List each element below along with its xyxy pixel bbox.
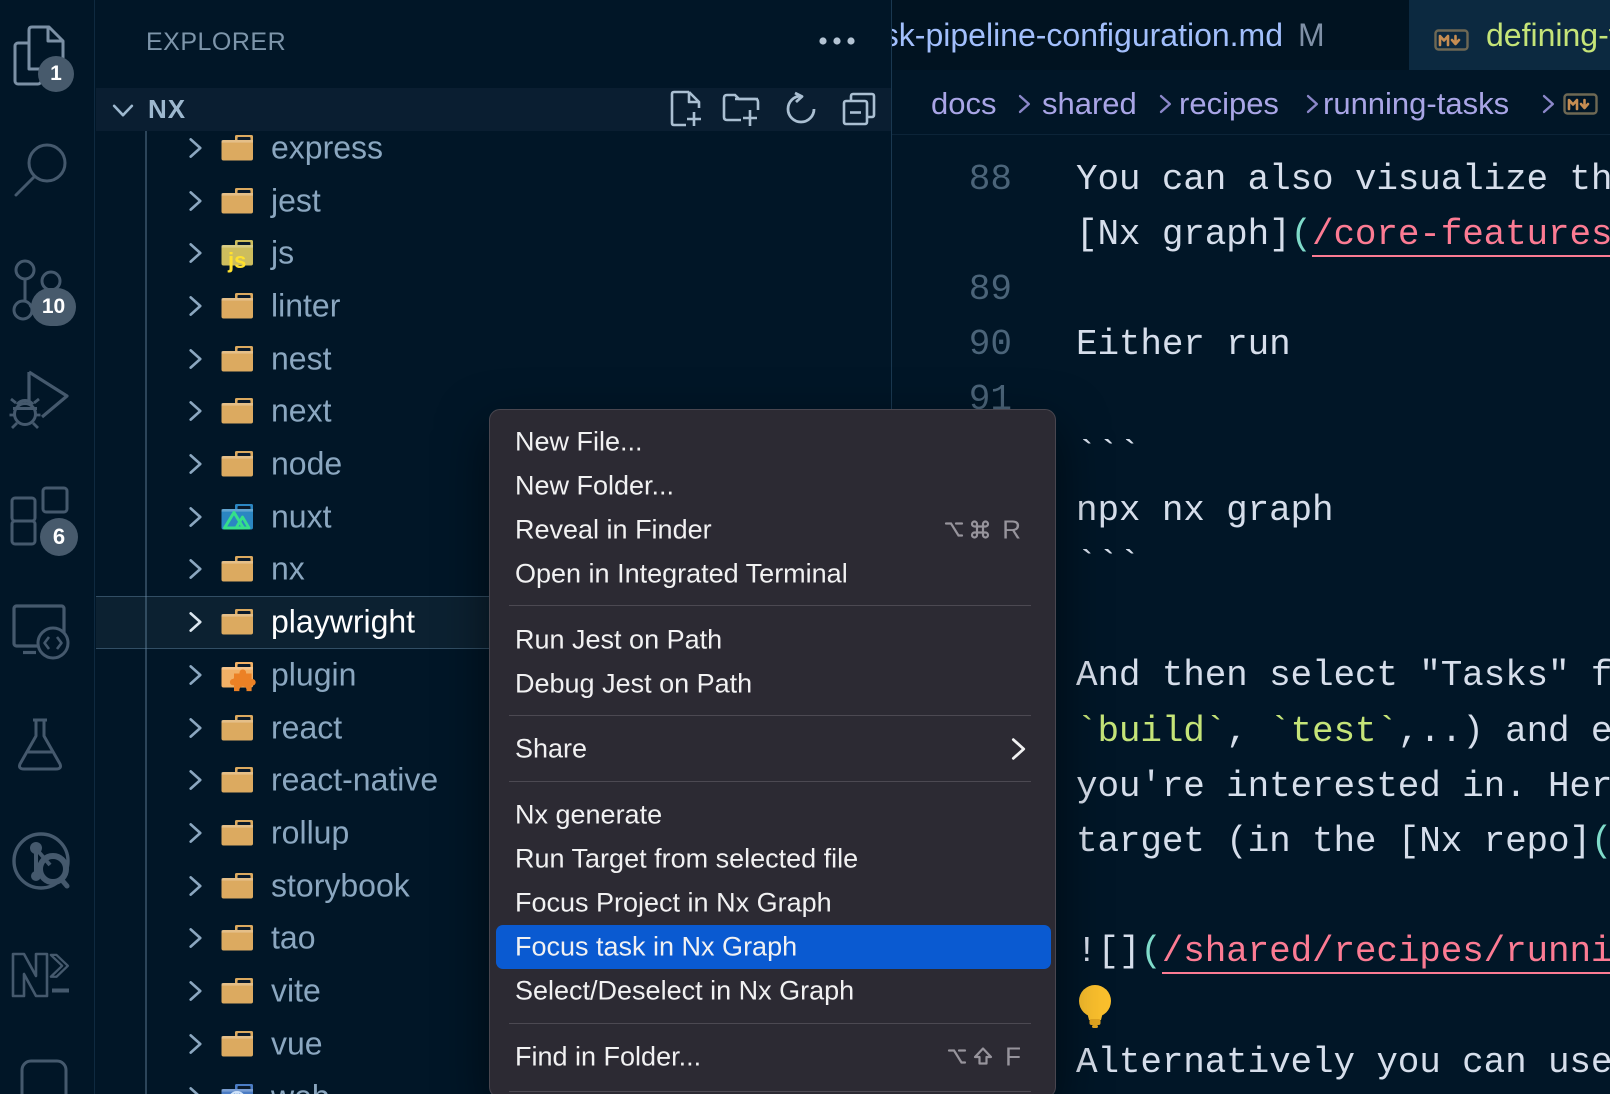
svg-text:js: js [227,248,246,273]
